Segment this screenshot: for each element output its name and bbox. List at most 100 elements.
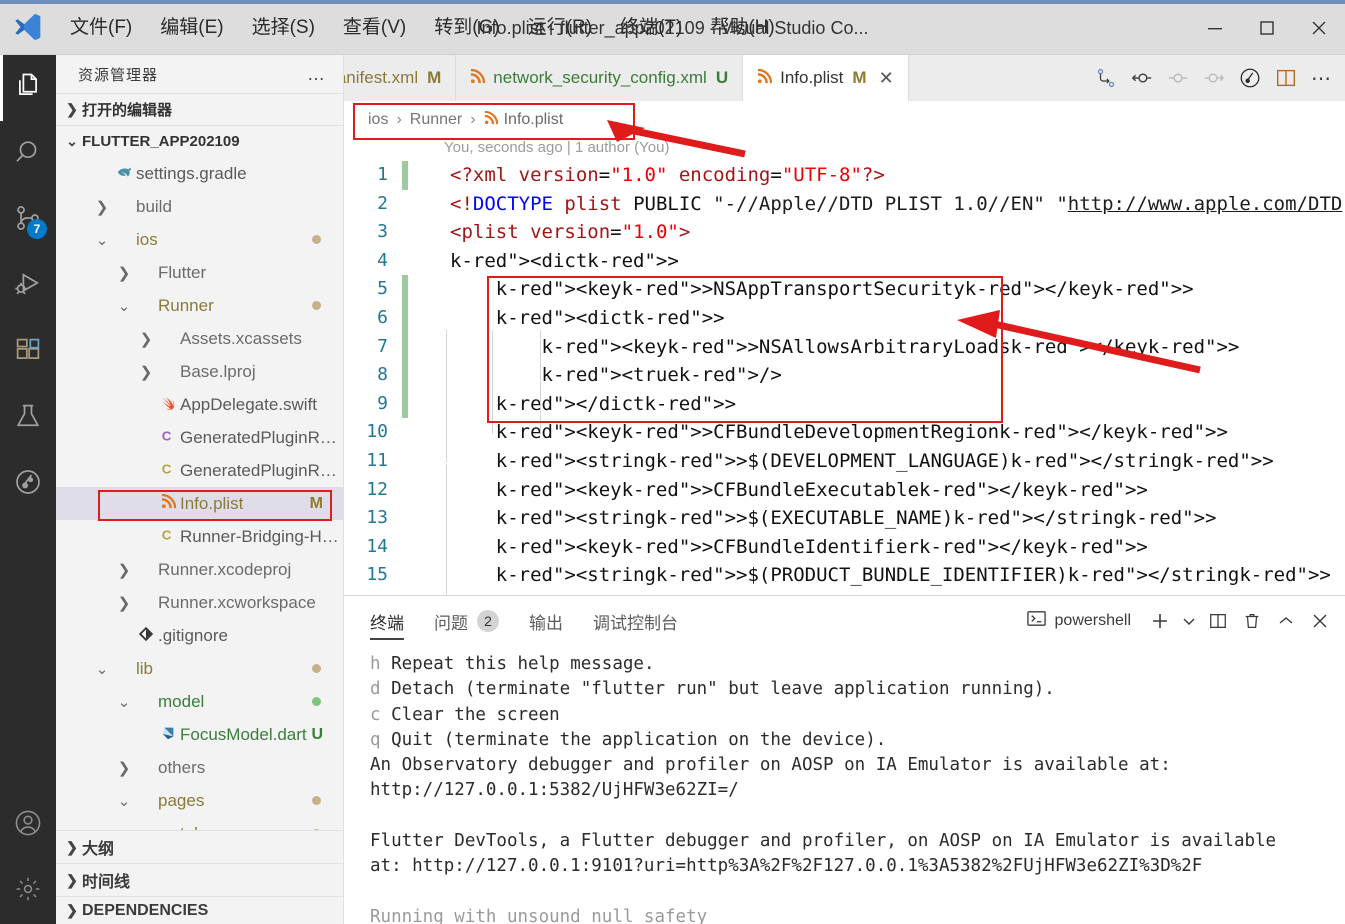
split-editor-icon[interactable]: [1271, 63, 1301, 93]
panel-tab-terminal[interactable]: 终端: [370, 596, 404, 646]
tab-androidmanifest[interactable]: oidManifest.xml M: [344, 55, 457, 101]
code-line[interactable]: 4 k-red"><dictk-red">>: [344, 247, 1345, 276]
chevron-right-icon[interactable]: ❯: [136, 363, 156, 381]
next-change-icon[interactable]: [1199, 63, 1229, 93]
activity-extensions[interactable]: [0, 319, 56, 385]
menu-go[interactable]: 转到(G): [420, 0, 513, 55]
chevron-right-icon[interactable]: ❯: [114, 264, 134, 282]
activity-explorer[interactable]: [0, 55, 56, 121]
activity-testing[interactable]: [0, 385, 56, 451]
tree-item[interactable]: ⌄ ios: [56, 223, 343, 256]
breadcrumb[interactable]: ios › Runner › Info.plist: [344, 101, 1345, 139]
activity-run-debug[interactable]: [0, 253, 56, 319]
menu-terminal[interactable]: 终端(T): [606, 0, 696, 55]
tab-network-security-config[interactable]: network_security_config.xml U: [456, 55, 744, 101]
chevron-right-icon[interactable]: ❯: [136, 330, 156, 348]
menu-view[interactable]: 查看(V): [329, 0, 420, 55]
tree-item[interactable]: ⌄ tabs: [56, 817, 343, 830]
tree-item[interactable]: C GeneratedPluginRegis...: [56, 421, 343, 454]
tree-item[interactable]: ❯ Base.lproj: [56, 355, 343, 388]
panel-tab-problems[interactable]: 问题 2: [434, 596, 499, 646]
section-dependencies[interactable]: ❯ DEPENDENCIES: [56, 896, 343, 924]
tab-info-plist[interactable]: Info.plist M ✕: [743, 55, 909, 101]
more-actions-icon[interactable]: ⋯: [1307, 63, 1337, 93]
tree-item[interactable]: ❯ Flutter: [56, 256, 343, 289]
sidebar-more-actions-icon[interactable]: …: [301, 64, 333, 85]
menu-file[interactable]: 文件(F): [56, 0, 146, 55]
code-line[interactable]: 6 k-red"><dictk-red">>: [344, 303, 1345, 333]
code-line[interactable]: 14 k-red"><keyk-red">>CFBundleIdentifier…: [344, 533, 1345, 562]
menu-run[interactable]: 运行(R): [514, 0, 606, 55]
tree-item[interactable]: AppDelegate.swift: [56, 388, 343, 421]
previous-change-icon[interactable]: [1163, 63, 1193, 93]
tree-item[interactable]: ❯ Runner.xcodeproj: [56, 553, 343, 586]
code-line[interactable]: 10 k-red"><keyk-red">>CFBundleDevelopmen…: [344, 418, 1345, 447]
code-line[interactable]: 12 k-red"><keyk-red">>CFBundleExecutable…: [344, 476, 1345, 505]
breadcrumb-item-ios[interactable]: ios: [368, 111, 388, 129]
close-button[interactable]: [1293, 0, 1345, 55]
code-editor[interactable]: 1 <?xml version="1.0" encoding="UTF-8"?> 2…: [344, 161, 1345, 590]
new-terminal-icon[interactable]: [1145, 606, 1175, 636]
section-open-editors[interactable]: ❯ 打开的编辑器: [56, 93, 343, 125]
code-line[interactable]: 11 k-red"><stringk-red">>$(DEVELOPMENT_L…: [344, 447, 1345, 476]
chevron-down-icon[interactable]: ⌄: [114, 693, 134, 711]
tree-item[interactable]: settings.gradle: [56, 157, 343, 190]
breadcrumb-item-file[interactable]: Info.plist: [504, 111, 564, 129]
code-line[interactable]: 7 k-red"><keyk-red">>NSAllowsArbitraryLo…: [344, 332, 1345, 362]
chevron-right-icon[interactable]: ❯: [114, 594, 134, 612]
file-tree[interactable]: settings.gradle ❯ build ⌄ ios ❯ Flutter ⌄ Runner…: [56, 157, 343, 830]
collapse-panel-icon[interactable]: [1271, 606, 1301, 636]
tree-item[interactable]: ⌄ lib: [56, 652, 343, 685]
code-line[interactable]: 5 k-red"><keyk-red">>NSAppTransportSecur…: [344, 275, 1345, 304]
tree-item[interactable]: FocusModel.dart U: [56, 718, 343, 751]
code-line[interactable]: 2 <!DOCTYPE plist PUBLIC "-//Apple//DTD P…: [344, 190, 1345, 219]
terminal-output[interactable]: h Repeat this help message. d Detach (ter…: [344, 646, 1345, 924]
chevron-right-icon[interactable]: ❯: [92, 198, 112, 216]
section-timeline[interactable]: ❯ 时间线: [56, 863, 343, 896]
menu-edit[interactable]: 编辑(E): [146, 0, 237, 55]
tab-close-icon[interactable]: ✕: [879, 68, 894, 89]
chevron-right-icon[interactable]: ❯: [114, 561, 134, 579]
menu-help[interactable]: 帮助(H): [696, 0, 788, 55]
tree-item[interactable]: ❯ others: [56, 751, 343, 784]
maximize-button[interactable]: [1241, 0, 1293, 55]
dropdown-chevron-icon[interactable]: [1179, 606, 1199, 636]
activity-source-control[interactable]: 7: [0, 187, 56, 253]
chevron-down-icon[interactable]: ⌄: [114, 297, 134, 315]
activity-flutter-inspector[interactable]: [0, 451, 56, 517]
tree-item[interactable]: .gitignore: [56, 619, 343, 652]
tree-item[interactable]: Info.plist M: [56, 487, 343, 520]
activity-search[interactable]: [0, 121, 56, 187]
activity-settings[interactable]: [0, 858, 56, 924]
chevron-right-icon[interactable]: ❯: [114, 759, 134, 777]
chevron-down-icon[interactable]: ⌄: [114, 792, 134, 810]
section-outline[interactable]: ❯ 大纲: [56, 830, 343, 863]
code-line[interactable]: 13 k-red"><stringk-red">>$(EXECUTABLE_NA…: [344, 504, 1345, 533]
kill-terminal-icon[interactable]: [1237, 606, 1267, 636]
chevron-down-icon[interactable]: ⌄: [92, 660, 112, 678]
code-line[interactable]: 9 k-red"></dictk-red">>: [344, 389, 1345, 419]
tree-item[interactable]: ⌄ pages: [56, 784, 343, 817]
code-line[interactable]: 3 <plist version="1.0">: [344, 218, 1345, 247]
panel-tab-debug-console[interactable]: 调试控制台: [593, 596, 678, 646]
minimize-button[interactable]: [1189, 0, 1241, 55]
timeline-icon[interactable]: [1235, 63, 1265, 93]
tree-item[interactable]: ❯ build: [56, 190, 343, 223]
tree-item[interactable]: C Runner-Bridging-Head...: [56, 520, 343, 553]
close-panel-icon[interactable]: [1305, 606, 1335, 636]
split-terminal-icon[interactable]: [1203, 606, 1233, 636]
activity-accounts[interactable]: [0, 792, 56, 858]
code-line[interactable]: 8 k-red"><truek-red">/>: [344, 361, 1345, 390]
section-project-root[interactable]: ⌄ FLUTTER_APP202109: [56, 125, 343, 157]
chevron-down-icon[interactable]: ⌄: [92, 231, 112, 249]
tree-item[interactable]: ⌄ model: [56, 685, 343, 718]
tree-item[interactable]: ❯ Assets.xcassets: [56, 322, 343, 355]
compare-changes-icon[interactable]: [1091, 63, 1121, 93]
terminal-shell-selector[interactable]: powershell: [1026, 608, 1131, 634]
menu-select[interactable]: 选择(S): [238, 0, 329, 55]
code-line[interactable]: 15 k-red"><stringk-red">>$(PRODUCT_BUNDL…: [344, 561, 1345, 590]
breadcrumb-item-runner[interactable]: Runner: [410, 111, 462, 129]
tree-item[interactable]: C GeneratedPluginRegis...: [56, 454, 343, 487]
code-line[interactable]: 1 <?xml version="1.0" encoding="UTF-8"?>: [344, 161, 1345, 190]
revert-change-icon[interactable]: [1127, 63, 1157, 93]
